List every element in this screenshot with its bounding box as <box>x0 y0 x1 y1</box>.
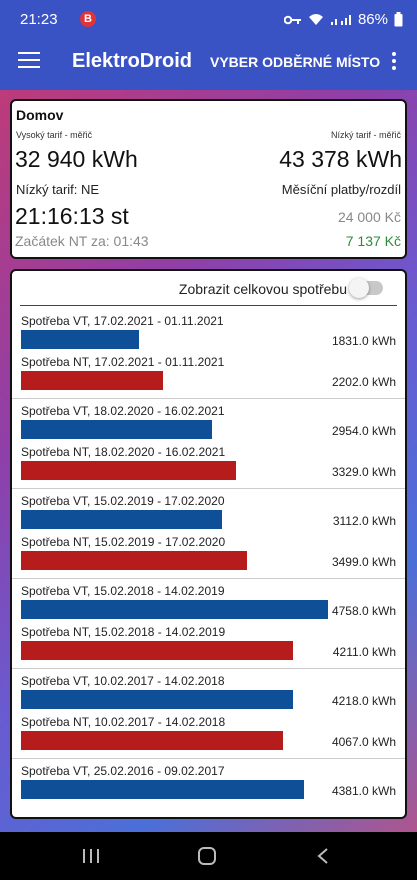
signal-icon <box>330 15 351 25</box>
nt-consumption-bar <box>21 551 247 570</box>
status-time: 21:23 <box>20 11 58 28</box>
nt-consumption-bar <box>21 641 293 660</box>
vt-consumption-bar <box>21 510 222 529</box>
battery-icon <box>394 12 403 27</box>
status-icons: 86% <box>283 11 403 28</box>
consumption-row-label: Spotřeba VT, 10.02.2017 - 14.02.2018 <box>21 674 225 688</box>
home-icon[interactable] <box>197 847 217 865</box>
consumption-row-value: 4211.0 kWh <box>332 645 396 659</box>
notification-badge: B <box>80 11 96 27</box>
total-consumption-toggle[interactable] <box>349 278 383 298</box>
overflow-menu-icon[interactable] <box>388 52 400 74</box>
vt-meter-label: Vysoký tarif - měřič <box>16 130 93 140</box>
group-separator <box>12 758 405 759</box>
vt-consumption-bar <box>21 420 212 439</box>
difference-value: 7 137 Kč <box>345 233 401 249</box>
nt-consumption-bar <box>21 371 163 390</box>
vt-consumption-bar <box>21 600 328 619</box>
place-name: Domov <box>16 107 64 123</box>
consumption-row-label: Spotřeba VT, 15.02.2018 - 14.02.2019 <box>21 584 225 598</box>
nt-meter-value: 43 378 kWh <box>279 146 402 172</box>
navigation-bar <box>0 832 417 880</box>
consumption-row-label: Spotřeba VT, 17.02.2021 - 01.11.2021 <box>21 314 224 328</box>
consumption-row-value: 3499.0 kWh <box>331 555 396 569</box>
consumption-row-value: 4758.0 kWh <box>331 604 396 618</box>
group-separator <box>12 398 405 399</box>
nt-consumption-bar <box>21 461 236 480</box>
nt-status: Nízký tarif: NE <box>16 182 100 197</box>
consumption-row-value: 2954.0 kWh <box>331 424 396 438</box>
consumption-row-label: Spotřeba NT, 10.02.2017 - 14.02.2018 <box>21 715 226 729</box>
consumption-row-label: Spotřeba NT, 15.02.2018 - 14.02.2019 <box>21 625 226 639</box>
consumption-card: Zobrazit celkovou spotřebu Spotřeba VT, … <box>10 269 407 819</box>
consumption-row-label: Spotřeba NT, 15.02.2019 - 17.02.2020 <box>21 535 226 549</box>
select-place-button[interactable]: VYBER ODBĚRNÉ MÍSTO <box>210 54 380 70</box>
group-separator <box>12 578 405 579</box>
vt-consumption-bar <box>21 330 139 349</box>
consumption-row-value: 3329.0 kWh <box>331 465 396 479</box>
nt-meter-label: Nízký tarif - měřič <box>330 130 401 140</box>
nt-start-countdown: Začátek NT za: 01:43 <box>15 233 149 249</box>
wifi-icon <box>308 14 323 25</box>
divider <box>20 305 397 306</box>
consumption-row-value: 3112.0 kWh <box>332 514 396 528</box>
payments-label: Měsíční platby/rozdíl <box>281 182 401 197</box>
key-icon <box>283 15 301 24</box>
consumption-row-value: 4218.0 kWh <box>331 694 396 708</box>
meter-card: Domov Vysoký tarif - měřič Nízký tarif -… <box>10 99 407 259</box>
vt-consumption-bar <box>21 690 293 709</box>
total-consumption-row: Zobrazit celkovou spotřebu <box>12 271 405 305</box>
consumption-row-label: Spotřeba VT, 25.02.2016 - 09.02.2017 <box>21 764 225 778</box>
battery-level: 86% <box>357 11 388 28</box>
consumption-row-label: Spotřeba NT, 17.02.2021 - 01.11.2021 <box>21 355 225 369</box>
consumption-row-label: Spotřeba VT, 15.02.2019 - 17.02.2020 <box>21 494 225 508</box>
consumption-row-value: 4381.0 kWh <box>331 784 396 798</box>
payments-value: 24 000 Kč <box>337 209 401 225</box>
consumption-row-value: 2202.0 kWh <box>331 375 396 389</box>
status-bar: 21:23 B 86% <box>0 0 417 36</box>
group-separator <box>12 668 405 669</box>
hamburger-menu-icon[interactable] <box>18 52 40 72</box>
consumption-row-label: Spotřeba NT, 18.02.2020 - 16.02.2021 <box>21 445 226 459</box>
vt-meter-value: 32 940 kWh <box>15 146 138 172</box>
total-consumption-label: Zobrazit celkovou spotřebu <box>178 281 347 297</box>
recent-apps-icon[interactable] <box>82 848 100 864</box>
current-time: 21:16:13 st <box>15 203 129 229</box>
app-title: ElektroDroid <box>72 50 193 72</box>
vt-consumption-bar <box>21 780 304 799</box>
back-icon[interactable] <box>316 847 330 865</box>
nt-consumption-bar <box>21 731 283 750</box>
group-separator <box>12 488 405 489</box>
app-bar: ElektroDroid VYBER ODBĚRNÉ MÍSTO <box>0 36 417 90</box>
consumption-row-value: 4067.0 kWh <box>331 735 396 749</box>
consumption-row-value: 1831.0 kWh <box>331 334 396 348</box>
consumption-row-label: Spotřeba VT, 18.02.2020 - 16.02.2021 <box>21 404 225 418</box>
